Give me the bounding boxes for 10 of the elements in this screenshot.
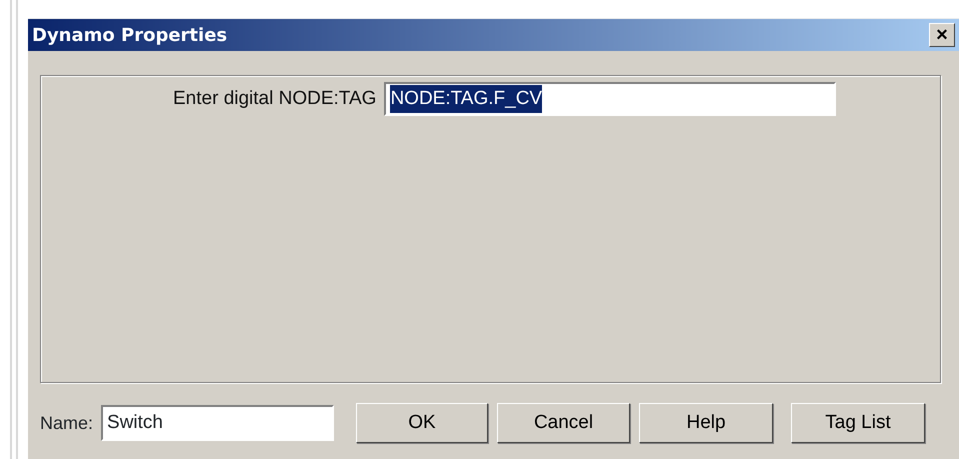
window-title: Dynamo Properties	[32, 24, 228, 48]
dialog-button[interactable]: Cancel	[497, 403, 630, 443]
dialog-button[interactable]: Tag List	[791, 403, 926, 443]
tag-label: Enter digital NODE:TAG	[173, 86, 376, 111]
dialog-button[interactable]: Help	[639, 403, 774, 443]
close-button[interactable]: ×	[929, 23, 955, 47]
name-label: Name:	[40, 412, 94, 434]
dialog-button[interactable]: OK	[356, 403, 488, 443]
name-field[interactable]: Switch	[101, 405, 334, 441]
tag-field[interactable]: NODE:TAG.F_CV	[384, 82, 836, 116]
